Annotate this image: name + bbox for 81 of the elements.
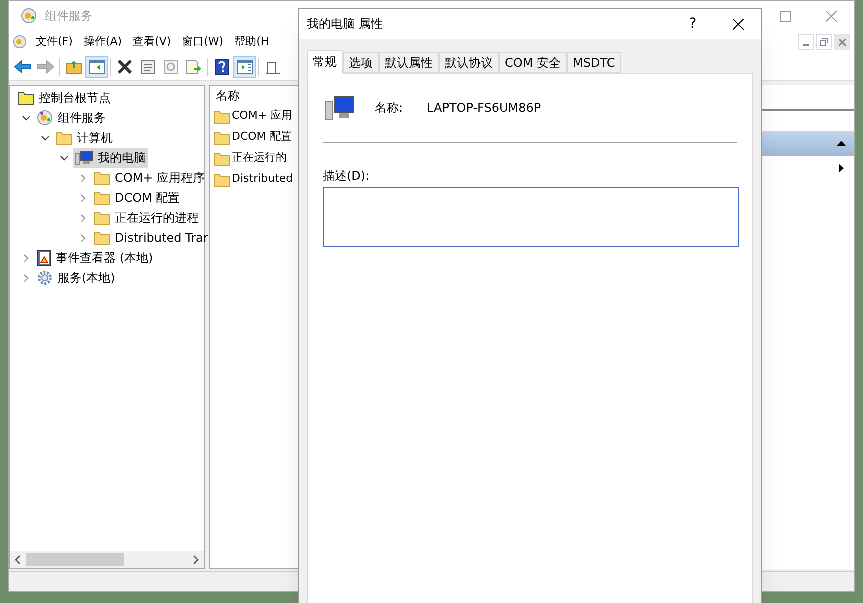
menu-item[interactable]: 窗口(W) <box>182 34 224 50</box>
list-item[interactable]: COM+ 应用 <box>232 108 293 125</box>
help-button[interactable]: ? <box>671 9 715 39</box>
restore-icon <box>820 38 828 46</box>
forward-arrow-icon <box>36 60 54 74</box>
refresh-icon <box>164 60 178 74</box>
tree-item[interactable]: 控制台根节点 <box>39 89 111 107</box>
component-icon <box>21 8 37 24</box>
tab[interactable]: MSDTC <box>567 52 622 73</box>
menu-item[interactable]: 帮助(H <box>234 34 270 50</box>
tab[interactable]: 常规 <box>307 50 343 74</box>
description-field[interactable] <box>323 187 739 247</box>
tab[interactable]: 选项 <box>343 52 379 73</box>
collapse-arrow-icon <box>837 141 846 146</box>
export-list-icon <box>186 60 202 74</box>
folder-icon <box>214 130 230 144</box>
folder-up-icon <box>66 60 82 74</box>
back-arrow-icon <box>14 60 32 74</box>
expand-chevron-icon[interactable] <box>79 214 88 222</box>
mdi-close-button[interactable] <box>834 34 850 50</box>
folder-icon <box>94 231 110 245</box>
expand-chevron-icon[interactable] <box>22 274 31 282</box>
list-item[interactable]: Distributed <box>232 171 294 188</box>
event-log-icon <box>37 250 51 266</box>
menu-item[interactable]: 文件(F) <box>36 34 73 50</box>
expand-chevron-icon[interactable] <box>79 234 88 242</box>
tree-item[interactable]: 服务(本地) <box>58 269 116 287</box>
computer-name: LAPTOP-FS6UM86P <box>427 100 542 117</box>
maximize-icon <box>780 10 790 22</box>
close-icon <box>838 38 846 46</box>
folder-icon <box>214 110 230 124</box>
submenu-arrow-icon[interactable] <box>839 164 844 172</box>
collapse-chevron-icon[interactable] <box>22 114 31 122</box>
mdi-minimize-button[interactable] <box>798 34 814 50</box>
computer-icon <box>325 94 355 122</box>
horizontal-scrollbar[interactable] <box>10 551 204 568</box>
collapse-chevron-icon[interactable] <box>60 154 69 162</box>
window-title: 组件服务 <box>45 8 93 25</box>
folder-icon <box>94 171 110 185</box>
action-pane-icon <box>236 60 252 74</box>
tree-item[interactable]: COM+ 应用程序 <box>115 169 206 187</box>
menu-item[interactable]: 操作(A) <box>84 34 122 50</box>
folder-icon <box>18 91 34 105</box>
console-tree-icon <box>88 60 104 74</box>
menu-item[interactable]: 查看(V) <box>133 34 172 50</box>
folder-icon <box>214 152 230 166</box>
tree-item[interactable]: 组件服务 <box>58 109 106 127</box>
tree-item[interactable]: DCOM 配置 <box>115 189 180 207</box>
tree-item[interactable]: Distributed Trar <box>115 229 208 247</box>
folder-icon <box>94 191 110 205</box>
dialog-title: 我的电脑 属性 <box>307 16 383 33</box>
component-icon <box>13 35 27 49</box>
gear-icon <box>37 270 53 286</box>
folder-icon <box>94 211 110 225</box>
help-icon <box>214 58 228 74</box>
description-label: 描述(D): <box>323 169 370 183</box>
component-icon <box>37 110 53 126</box>
tab[interactable]: COM 安全 <box>499 52 567 73</box>
scrollbar-thumb[interactable] <box>26 553 124 566</box>
tree-item[interactable]: 正在运行的进程 <box>115 209 199 227</box>
minimize-icon <box>803 44 809 46</box>
list-item[interactable]: DCOM 配置 <box>232 129 292 146</box>
actions-header[interactable] <box>759 131 854 156</box>
folder-icon <box>214 172 230 186</box>
tab[interactable]: 默认属性 <box>379 52 439 73</box>
close-icon <box>732 18 744 30</box>
expand-chevron-icon[interactable] <box>79 194 88 202</box>
name-label: 名称: <box>375 100 404 117</box>
expand-chevron-icon[interactable] <box>22 254 31 262</box>
folder-icon <box>56 131 72 145</box>
tab[interactable]: 默认协议 <box>439 52 499 73</box>
tree-item[interactable]: 事件查看器 (本地) <box>56 249 154 267</box>
computer-icon <box>75 150 93 166</box>
tree-item[interactable]: 计算机 <box>77 129 113 147</box>
close-icon <box>826 10 836 22</box>
collapse-chevron-icon[interactable] <box>41 134 50 142</box>
delete-icon <box>118 60 132 74</box>
properties-icon <box>140 60 154 74</box>
expand-chevron-icon[interactable] <box>79 174 88 182</box>
list-item[interactable]: 正在运行的 <box>232 150 287 167</box>
mdi-restore-button[interactable] <box>816 34 832 50</box>
